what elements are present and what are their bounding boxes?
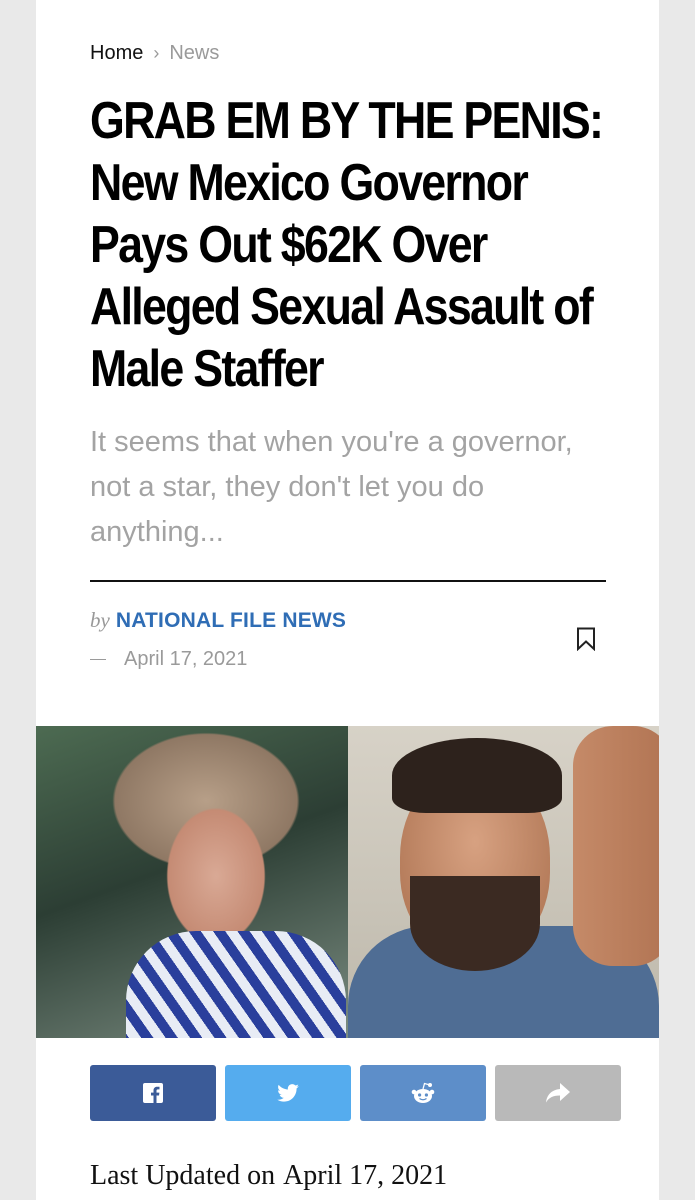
share-facebook-button[interactable]	[90, 1065, 216, 1121]
divider	[90, 580, 606, 582]
byline-prefix: by	[90, 608, 110, 632]
last-updated-label: Last Updated on	[90, 1160, 276, 1191]
chevron-right-icon: ›	[153, 43, 160, 63]
breadcrumb: Home › News	[90, 42, 219, 65]
byline: by NATIONAL FILE NEWS	[90, 608, 346, 633]
share-reddit-button[interactable]	[360, 1065, 486, 1121]
share-twitter-button[interactable]	[225, 1065, 351, 1121]
breadcrumb-home-link[interactable]: Home	[90, 42, 143, 65]
last-updated: Last Updated on April 17, 2021	[90, 1160, 447, 1192]
share-bar	[90, 1065, 621, 1121]
last-updated-date: April 17, 2021	[283, 1160, 448, 1191]
publish-date-text: April 17, 2021	[124, 648, 248, 670]
share-arrow-icon	[546, 1083, 570, 1103]
author-link[interactable]: NATIONAL FILE NEWS	[116, 609, 346, 633]
twitter-icon	[277, 1084, 299, 1102]
article-subtitle: It seems that when you're a governor, no…	[90, 426, 573, 548]
facebook-icon	[143, 1083, 163, 1103]
featured-image-left-photo	[36, 726, 348, 1038]
publish-date: April 17, 2021	[90, 648, 247, 671]
article-title: GRAB EM BY THE PENIS: New Mexico Governo…	[90, 92, 604, 398]
featured-image-right-photo	[348, 726, 659, 1038]
share-more-button[interactable]	[495, 1065, 621, 1121]
reddit-icon	[411, 1082, 435, 1103]
date-dash	[90, 659, 106, 660]
breadcrumb-current-link[interactable]: News	[169, 42, 219, 65]
bookmark-icon[interactable]	[576, 627, 596, 651]
featured-image	[36, 726, 659, 1038]
article-page: Home › News GRAB EM BY THE PENIS: New Me…	[36, 0, 659, 1200]
